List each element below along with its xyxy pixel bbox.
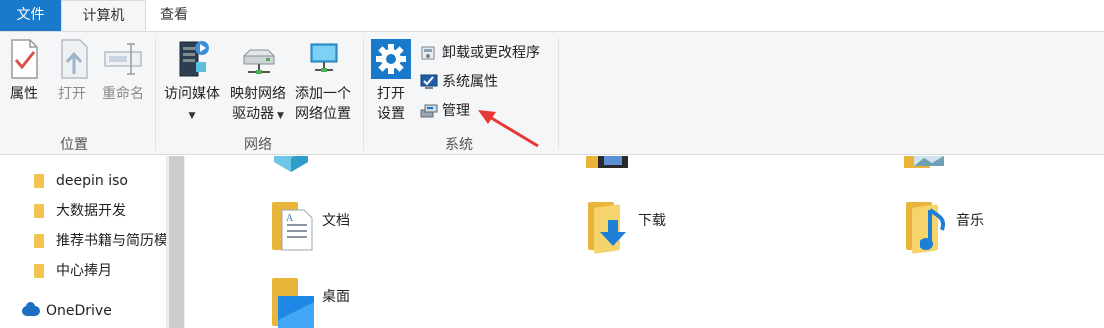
open-settings-label-line1: 打开 [377,86,405,102]
ribbon-tab-bar: 文件 计算机 查看 [0,0,1104,32]
rename-icon [103,38,143,80]
nav-folder-item[interactable]: 中心捧月 [32,259,112,283]
uninstall-programs-icon [420,45,438,61]
videos-folder-icon[interactable] [584,156,630,174]
system-properties-icon [420,74,438,90]
open-settings-button[interactable]: 打开 设置 [370,38,412,124]
open-button[interactable]: 打开 [54,38,90,104]
network-location-icon [303,38,343,80]
rename-button[interactable]: 重命名 [99,38,147,104]
downloads-folder-icon [584,200,630,254]
access-media-label: 访问媒体 [164,86,220,102]
nav-folder-label: 推荐书籍与简历模 [56,233,166,249]
media-server-icon [172,38,212,80]
3d-objects-icon[interactable] [268,156,314,176]
computer-management-icon [420,103,438,119]
navigation-pane: deepin iso 大数据开发 推荐书籍与简历模 中心捧月 OneDrive [0,156,166,328]
chevron-down-icon: ▼ [188,111,196,121]
open-icon [54,38,94,80]
location-group-label: 位置 [60,137,88,153]
map-drive-label-line2: 驱动器 [232,106,275,122]
folder-label: 桌面 [322,289,350,305]
folder-icon [34,234,44,248]
folder-label: 音乐 [956,213,984,229]
add-location-label-line2: 网络位置 [295,106,351,122]
annotation-arrow [478,110,539,148]
add-network-location-button[interactable]: 添加一个 网络位置 [291,38,355,124]
nav-onedrive[interactable]: OneDrive [22,299,112,323]
chevron-down-icon: ▼ [274,111,284,121]
nav-folder-label: 中心捧月 [56,263,112,279]
nav-folder-item[interactable]: deepin iso [32,169,128,193]
folder-label: 文档 [322,213,350,229]
folder-downloads[interactable]: 下载 [584,200,744,256]
open-settings-label-line2: 设置 [377,106,405,122]
documents-folder-icon: A [268,200,314,252]
cloud-icon [22,302,40,316]
network-group-label: 网络 [244,137,272,153]
system-properties-label: 系统属性 [442,74,498,90]
network-drive-icon [238,38,278,80]
music-folder-icon [902,200,948,254]
add-location-label-line1: 添加一个 [295,86,351,102]
tab-view[interactable]: 查看 [146,0,202,31]
svg-text:A: A [286,213,294,224]
nav-folder-item[interactable]: 推荐书籍与简历模 [32,229,166,253]
settings-gear-icon [371,38,411,80]
uninstall-programs-button[interactable]: 卸载或更改程序 [420,41,540,65]
folder-icon [34,204,44,218]
access-media-button[interactable]: 访问媒体 ▼ [160,38,224,126]
properties-button[interactable]: 属性 [4,38,44,104]
folder-icon [34,264,44,278]
map-drive-label-line1: 映射网络 [230,86,286,102]
folder-documents[interactable]: A 文档 [268,200,428,256]
nav-folder-label: 大数据开发 [56,203,126,219]
onedrive-label: OneDrive [46,303,112,319]
manage-button[interactable]: 管理 [420,99,470,123]
properties-icon [4,38,44,80]
folder-music[interactable]: 音乐 [902,200,1062,256]
folder-content-area: A 文档 下载 音乐 桌面 [186,156,1104,328]
uninstall-programs-label: 卸载或更改程序 [442,45,540,61]
nav-folder-item[interactable]: 大数据开发 [32,199,126,223]
desktop-folder-icon [268,276,314,328]
tab-computer[interactable]: 计算机 [61,0,146,32]
folder-icon [34,174,44,188]
ribbon: 属性 打开 重命名 位置 访问媒体 ▼ 映射网络 驱动器 ▼ 添加一个 网络位置… [0,31,1104,155]
tab-file[interactable]: 文件 [0,0,61,31]
system-properties-button[interactable]: 系统属性 [420,70,498,94]
group-divider [155,38,156,150]
folder-desktop[interactable]: 桌面 [268,276,428,328]
nav-scrollbar[interactable] [166,156,185,328]
group-divider [558,38,559,150]
rename-label: 重命名 [102,86,144,102]
nav-scrollbar-thumb[interactable] [169,156,184,328]
manage-label: 管理 [442,103,470,119]
folder-label: 下载 [638,213,666,229]
map-network-drive-button[interactable]: 映射网络 驱动器 ▼ [226,38,290,126]
nav-folder-label: deepin iso [56,173,128,189]
properties-label: 属性 [10,86,38,102]
open-label: 打开 [58,86,86,102]
pictures-folder-icon[interactable] [902,156,948,172]
group-divider [363,38,364,150]
